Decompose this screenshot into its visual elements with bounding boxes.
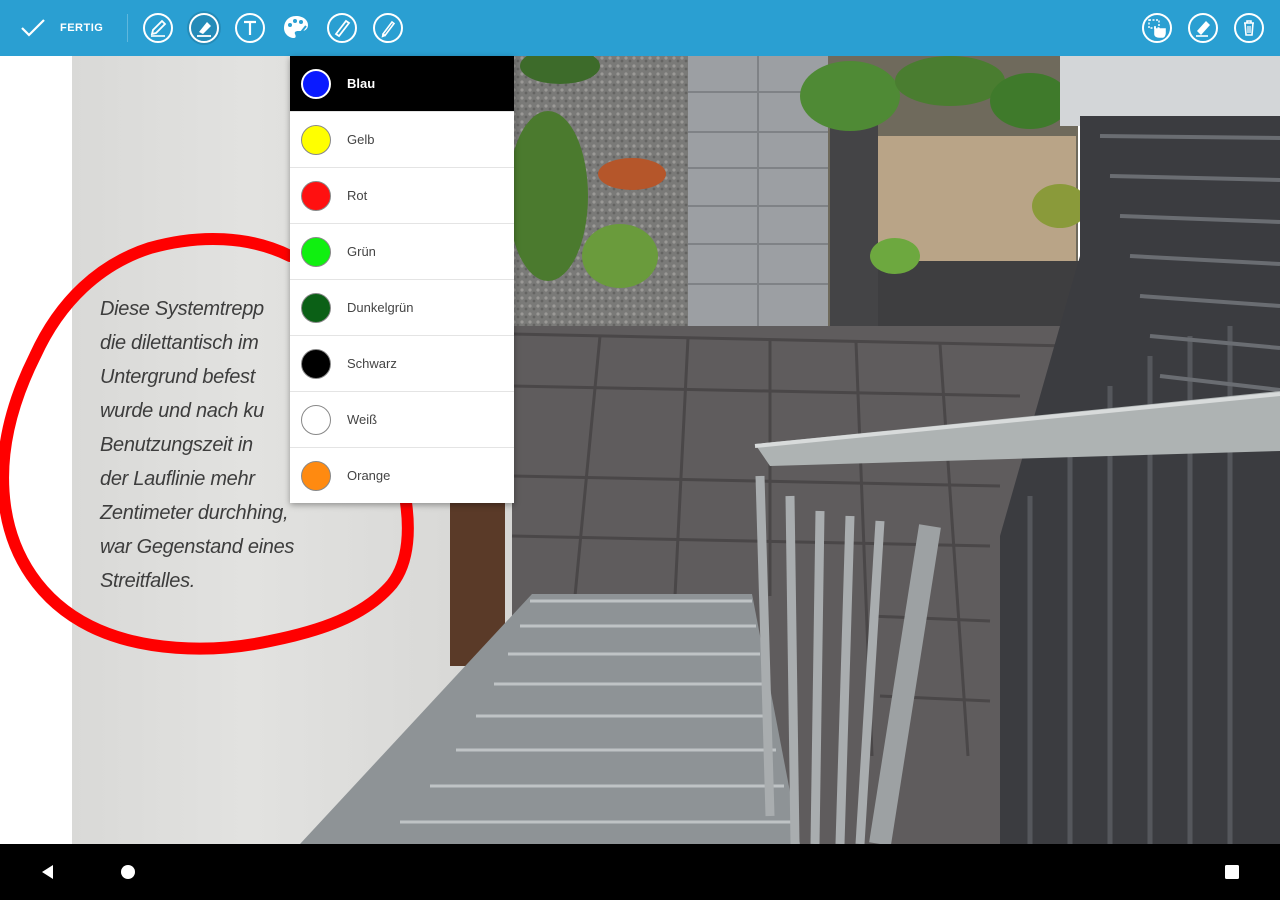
annotation-toolbar: FERTIG (0, 0, 1280, 56)
checkmark-icon (21, 19, 45, 37)
trash-icon (1234, 13, 1264, 43)
highlighter-icon (189, 13, 219, 43)
pencil-tool-button[interactable] (371, 11, 405, 45)
color-option-weiss[interactable]: Weiß (290, 392, 514, 448)
back-icon (42, 865, 53, 879)
color-option-gruen[interactable]: Grün (290, 224, 514, 280)
color-picker-menu: Blau Gelb Rot Grün Dunkelgrün Schwarz We… (290, 56, 514, 503)
eraser-icon (1188, 13, 1218, 43)
text-icon (235, 13, 265, 43)
delete-tool-button[interactable] (1232, 11, 1266, 45)
article-line: Streitfalles. (100, 570, 196, 592)
color-option-schwarz[interactable]: Schwarz (290, 336, 514, 392)
home-button[interactable] (114, 858, 142, 886)
done-button[interactable]: FERTIG (12, 10, 111, 46)
color-label: Weiß (347, 412, 378, 427)
color-swatch (301, 348, 331, 379)
toolbar-divider (127, 14, 128, 42)
color-swatch (301, 236, 331, 267)
pen-icon (143, 13, 173, 43)
color-swatch (301, 68, 331, 99)
article-line: war Gegenstand eines (100, 536, 295, 558)
color-label: Grün (347, 244, 376, 259)
color-option-rot[interactable]: Rot (290, 168, 514, 224)
color-swatch (301, 460, 331, 491)
done-label: FERTIG (60, 22, 104, 34)
system-nav-bar (0, 844, 1280, 900)
color-option-gelb[interactable]: Gelb (290, 112, 514, 168)
pencil-icon (373, 13, 403, 43)
color-label: Orange (347, 468, 391, 483)
color-swatch (301, 124, 331, 155)
marker-icon (327, 13, 357, 43)
color-label: Gelb (347, 132, 375, 147)
color-label: Rot (347, 188, 368, 203)
document-page[interactable]: Diese Systemtrepp die dilettantisch im U… (0, 56, 1280, 844)
recents-icon (1225, 865, 1239, 879)
color-label: Blau (347, 76, 376, 91)
color-label: Schwarz (347, 356, 397, 371)
select-hand-icon (1142, 13, 1172, 43)
pen-tool-button[interactable] (141, 11, 175, 45)
color-swatch (301, 404, 331, 435)
select-tool-button[interactable] (1140, 11, 1174, 45)
eraser-tool-button[interactable] (1186, 11, 1220, 45)
color-option-dunkelgruen[interactable]: Dunkelgrün (290, 280, 514, 336)
color-swatch (301, 180, 331, 211)
text-tool-button[interactable] (233, 11, 267, 45)
color-option-orange[interactable]: Orange (290, 448, 514, 503)
marker-tool-button[interactable] (325, 11, 359, 45)
home-icon (121, 865, 135, 879)
back-button[interactable] (34, 858, 62, 886)
highlighter-tool-button[interactable] (187, 11, 221, 45)
color-label: Dunkelgrün (347, 300, 414, 315)
color-option-blau[interactable]: Blau (290, 56, 514, 112)
color-swatch (301, 292, 331, 323)
color-palette-icon (284, 16, 308, 38)
recents-button[interactable] (1218, 858, 1246, 886)
color-tool-button[interactable] (279, 11, 313, 45)
